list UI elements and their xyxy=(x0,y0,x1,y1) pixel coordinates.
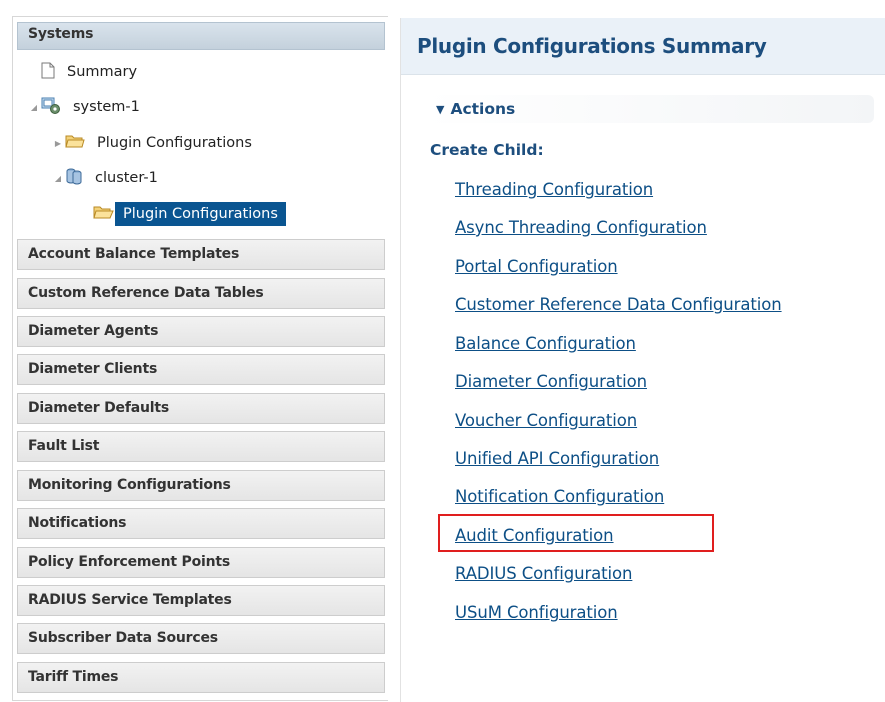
link-customer-reference-data-configuration[interactable]: Customer Reference Data Configuration xyxy=(455,295,782,314)
tree-item-summary-label: Summary xyxy=(67,64,138,80)
actions-toggle[interactable]: ▼ Actions xyxy=(436,100,515,118)
link-radius-configuration[interactable]: RADIUS Configuration xyxy=(455,564,632,583)
section-diameter-agents[interactable]: Diameter Agents xyxy=(17,316,385,347)
section-tariff-times[interactable]: Tariff Times xyxy=(17,662,385,693)
link-async-threading-configuration[interactable]: Async Threading Configuration xyxy=(455,218,707,237)
cluster-icon xyxy=(65,167,83,189)
section-notifications[interactable]: Notifications xyxy=(17,508,385,539)
section-diameter-defaults[interactable]: Diameter Defaults xyxy=(17,393,385,424)
link-voucher-configuration[interactable]: Voucher Configuration xyxy=(455,411,637,430)
title-bar: Plugin Configurations Summary xyxy=(401,18,885,75)
section-radius-service-templates[interactable]: RADIUS Service Templates xyxy=(17,585,385,616)
expanded-twisty-icon[interactable]: ◢ xyxy=(27,103,41,112)
expanded-twisty-icon[interactable]: ◢ xyxy=(51,174,65,183)
link-portal-configuration[interactable]: Portal Configuration xyxy=(455,257,618,276)
section-custom-reference-data-tables[interactable]: Custom Reference Data Tables xyxy=(17,278,385,309)
collapsed-twisty-icon[interactable]: ▶ xyxy=(51,139,65,148)
tree-item-cluster-label: cluster-1 xyxy=(95,170,158,186)
section-systems[interactable]: Systems xyxy=(17,22,385,50)
tree-item-system-plugin-configurations[interactable]: ▶ Plugin Configurations xyxy=(51,130,258,156)
section-monitoring-configurations[interactable]: Monitoring Configurations xyxy=(17,470,385,501)
navigation-panel: Systems Summary ◢ system-1 ▶ Plugin Conf… xyxy=(12,16,388,701)
link-usum-configuration[interactable]: USuM Configuration xyxy=(455,603,618,622)
section-account-balance-templates[interactable]: Account Balance Templates xyxy=(17,239,385,270)
link-unified-api-configuration[interactable]: Unified API Configuration xyxy=(455,449,659,468)
document-icon xyxy=(41,62,55,83)
section-fault-list[interactable]: Fault List xyxy=(17,431,385,462)
tree-item-cluster[interactable]: ◢ cluster-1 xyxy=(51,165,164,191)
actions-section-header[interactable]: ▼ Actions xyxy=(424,95,874,123)
link-threading-configuration[interactable]: Threading Configuration xyxy=(455,180,653,199)
tree-item-summary[interactable]: Summary xyxy=(41,59,143,85)
link-balance-configuration[interactable]: Balance Configuration xyxy=(455,334,636,353)
create-child-label: Create Child: xyxy=(430,141,544,159)
link-notification-configuration[interactable]: Notification Configuration xyxy=(455,487,664,506)
tree-item-cluster-plugin-configurations-label: Plugin Configurations xyxy=(115,202,286,226)
actions-label: Actions xyxy=(450,100,516,118)
link-diameter-configuration[interactable]: Diameter Configuration xyxy=(455,372,647,391)
section-subscriber-data-sources[interactable]: Subscriber Data Sources xyxy=(17,623,385,654)
folder-icon xyxy=(65,134,85,153)
section-policy-enforcement-points[interactable]: Policy Enforcement Points xyxy=(17,547,385,578)
highlight-box xyxy=(438,514,714,552)
tree-item-system[interactable]: ◢ system-1 xyxy=(27,94,146,120)
tree-item-cluster-plugin-configurations[interactable]: Plugin Configurations xyxy=(93,201,286,227)
system-icon xyxy=(41,96,61,118)
page-title: Plugin Configurations Summary xyxy=(417,34,767,58)
tree-item-system-plugin-configurations-label: Plugin Configurations xyxy=(97,135,252,151)
triangle-down-icon: ▼ xyxy=(436,103,445,116)
section-diameter-clients[interactable]: Diameter Clients xyxy=(17,354,385,385)
content-panel: Plugin Configurations Summary ▼ Actions C… xyxy=(400,18,885,702)
open-folder-icon xyxy=(93,205,115,224)
tree-item-system-label: system-1 xyxy=(73,99,140,115)
